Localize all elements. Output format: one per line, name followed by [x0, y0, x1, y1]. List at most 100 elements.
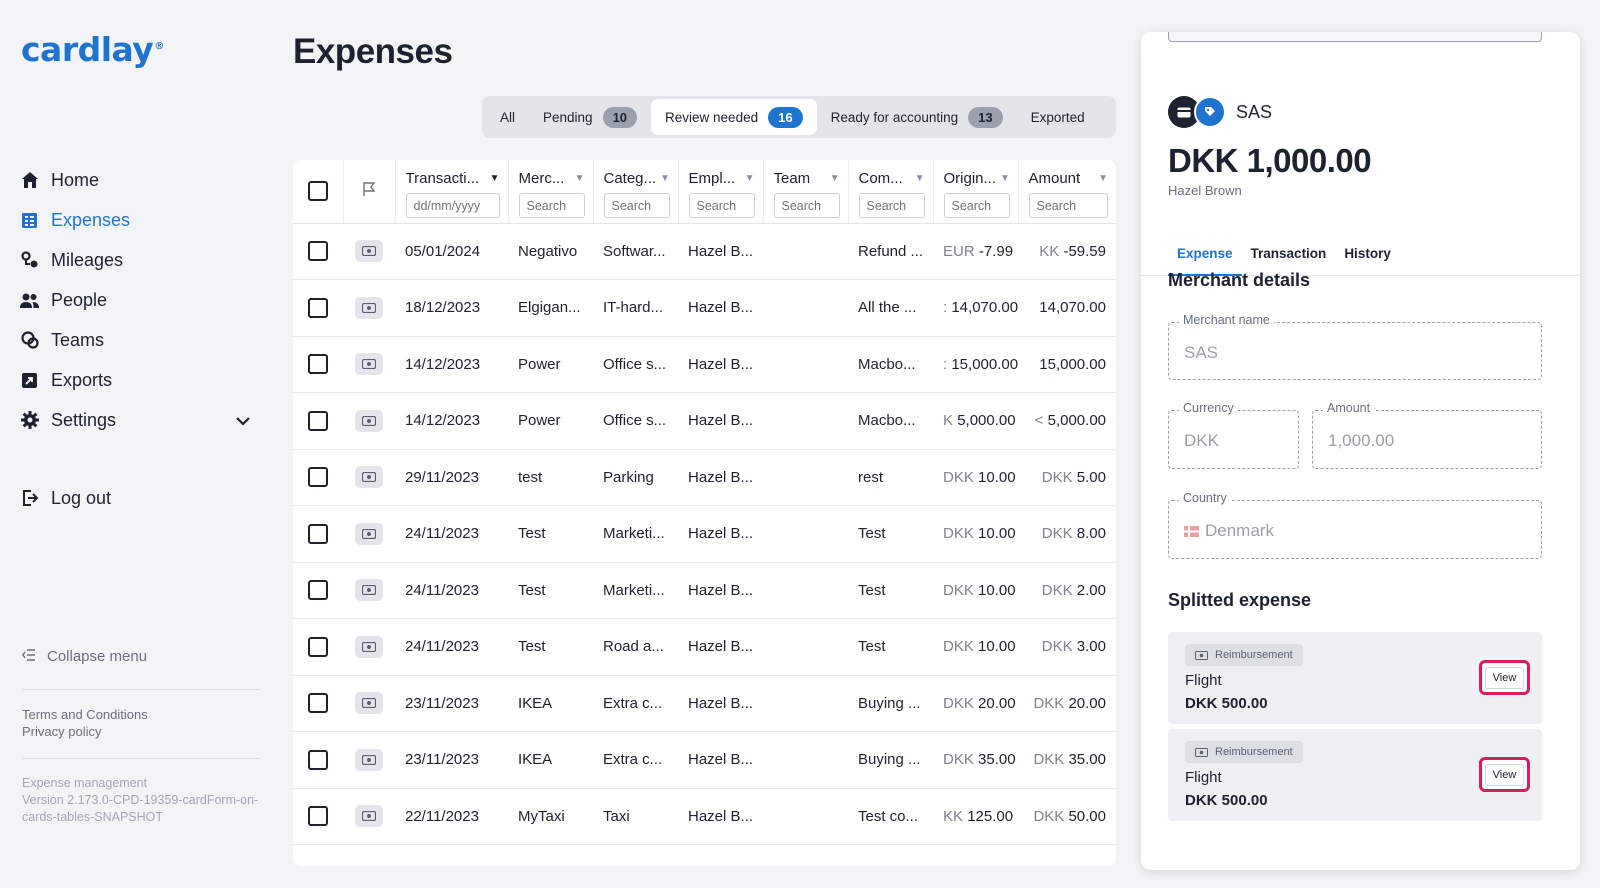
column-label[interactable]: Amount	[1029, 170, 1081, 187]
sort-desc-icon[interactable]: ▼	[490, 173, 500, 184]
date-filter-input[interactable]	[405, 193, 500, 218]
sort-icon[interactable]: ▼	[1098, 173, 1108, 184]
tab-label: Ready for accounting	[830, 109, 959, 125]
table-row[interactable]: 24/11/2023 Test Marketi... Hazel B... Test DK…	[293, 562, 1116, 619]
tab-all[interactable]: All	[486, 99, 529, 135]
receipt-icon[interactable]	[355, 579, 383, 602]
employee-filter-input[interactable]	[688, 193, 755, 218]
column-label[interactable]: Origin...	[944, 170, 997, 187]
tab-review-needed[interactable]: Review needed 16	[651, 99, 817, 135]
column-label[interactable]: Transacti...	[406, 170, 480, 187]
category-filter-input[interactable]	[603, 193, 670, 218]
cash-icon	[1195, 650, 1208, 660]
column-label[interactable]: Com...	[859, 170, 903, 187]
sort-icon[interactable]: ▼	[830, 173, 840, 184]
receipt-icon[interactable]	[355, 296, 383, 319]
amount-cell: KK -59.59	[1018, 223, 1116, 280]
merchant-cell: Power	[508, 392, 593, 450]
sort-icon[interactable]: ▼	[660, 173, 669, 184]
amount-filter-input[interactable]	[1028, 193, 1108, 218]
row-checkbox[interactable]	[308, 523, 328, 544]
original-amount-filter-input[interactable]	[943, 193, 1010, 218]
view-button[interactable]: View	[1479, 660, 1530, 695]
table-row[interactable]: 24/11/2023 Test Road a... Hazel B... Test DKK…	[293, 618, 1116, 676]
employee-cell: Hazel B...	[678, 505, 763, 563]
row-checkbox[interactable]	[308, 467, 328, 488]
cardlay-logo[interactable]: cardlay®	[21, 30, 164, 69]
currency-code: KK	[943, 807, 964, 825]
privacy-link[interactable]: Privacy policy	[22, 723, 148, 740]
receipt-icon[interactable]	[355, 240, 383, 263]
receipt-cell	[343, 449, 395, 506]
chevron-down-icon[interactable]	[236, 410, 250, 431]
receipt-icon[interactable]	[355, 409, 383, 432]
merchant-name-field[interactable]: Merchant name SAS	[1168, 313, 1542, 380]
nav-item-expenses[interactable]: Expenses	[20, 200, 250, 240]
table-row[interactable]: 18/12/2023 Elgigan... IT-hard... Hazel B...…	[293, 279, 1116, 337]
table-row[interactable]: 24/11/2023 Test Marketi... Hazel B... Test DK…	[293, 505, 1116, 563]
row-checkbox[interactable]	[308, 241, 328, 262]
table-row[interactable]: 22/11/2023 MyTaxi Taxi Hazel B... Test co...…	[293, 788, 1116, 845]
receipt-icon[interactable]	[355, 353, 383, 376]
select-all-checkbox[interactable]	[307, 181, 328, 202]
logout-label: Log out	[51, 487, 112, 508]
row-select-cell	[293, 449, 343, 506]
receipt-icon[interactable]	[355, 466, 383, 489]
tab-history[interactable]: History	[1335, 234, 1400, 276]
currency-field[interactable]: Currency DKK	[1168, 401, 1299, 469]
sort-icon[interactable]: ▼	[1000, 173, 1009, 184]
original-amount-cell: DKK 10.00	[933, 505, 1018, 563]
receipt-icon[interactable]	[355, 522, 383, 545]
team-filter-input[interactable]	[773, 193, 840, 218]
tab-ready-for-accounting[interactable]: Ready for accounting 13	[817, 99, 1017, 135]
nav-item-teams[interactable]: Teams	[20, 320, 250, 360]
amount-field[interactable]: Amount 1,000.00	[1312, 401, 1542, 469]
sort-icon[interactable]: ▼	[915, 173, 925, 184]
original-amount-cell: : 15,000.00	[933, 336, 1018, 393]
tab-pending[interactable]: Pending 10	[529, 99, 651, 135]
receipt-icon[interactable]	[355, 692, 383, 715]
collapse-menu-button[interactable]: Collapse menu	[22, 648, 147, 665]
row-checkbox[interactable]	[308, 749, 328, 770]
comment-cell: Test	[848, 618, 933, 676]
nav-item-home[interactable]: Home	[20, 160, 250, 200]
row-checkbox[interactable]	[308, 410, 328, 431]
nav-item-people[interactable]: People	[20, 280, 250, 320]
table-row[interactable]: 05/01/2024 Negativo Softwar... Hazel B... Re…	[293, 223, 1116, 280]
comment-filter-input[interactable]	[858, 193, 925, 218]
flag-column-header[interactable]	[343, 160, 396, 224]
column-label[interactable]: Merc...	[519, 170, 565, 187]
merchant-filter-input[interactable]	[518, 193, 585, 218]
receipt-icon[interactable]	[355, 635, 383, 658]
row-checkbox[interactable]	[308, 636, 328, 657]
column-label[interactable]: Empl...	[689, 170, 736, 187]
terms-link[interactable]: Terms and Conditions	[22, 706, 148, 723]
version-info: Expense management Version 2.173.0-CPD-1…	[22, 775, 272, 826]
logout-button[interactable]: Log out	[20, 478, 250, 518]
table-row[interactable]: 23/11/2023 IKEA Extra c... Hazel B... Buying…	[293, 675, 1116, 732]
original-amount-cell: DKK 35.00	[933, 731, 1018, 789]
row-checkbox[interactable]	[308, 354, 328, 375]
table-row[interactable]: 14/12/2023 Power Office s... Hazel B... Macb…	[293, 392, 1116, 450]
table-row[interactable]: 23/11/2023 IKEA Extra c... Hazel B... Buying…	[293, 731, 1116, 789]
column-label[interactable]: Categ...	[604, 170, 657, 187]
column-label[interactable]: Team	[774, 170, 811, 187]
country-field[interactable]: Country Denmark	[1168, 491, 1542, 559]
nav-label-mileages: Mileages	[51, 249, 124, 270]
row-checkbox[interactable]	[308, 580, 328, 601]
receipt-icon[interactable]	[355, 748, 383, 771]
sort-icon[interactable]: ▼	[745, 173, 755, 184]
nav-item-settings[interactable]: Settings	[20, 400, 250, 440]
tab-exported[interactable]: Exported	[1017, 99, 1099, 135]
nav-item-exports[interactable]: Exports	[20, 360, 250, 400]
amount-value: 35.00	[1068, 751, 1106, 769]
receipt-icon[interactable]	[355, 805, 383, 828]
sort-icon[interactable]: ▼	[575, 173, 585, 184]
row-checkbox[interactable]	[308, 806, 328, 827]
view-button[interactable]: View	[1479, 757, 1530, 792]
row-checkbox[interactable]	[308, 297, 328, 318]
row-checkbox[interactable]	[308, 693, 328, 714]
table-row[interactable]: 29/11/2023 test Parking Hazel B... rest DKK 1…	[293, 449, 1116, 506]
nav-item-mileages[interactable]: Mileages	[20, 240, 250, 280]
table-row[interactable]: 14/12/2023 Power Office s... Hazel B... Macb…	[293, 336, 1116, 393]
